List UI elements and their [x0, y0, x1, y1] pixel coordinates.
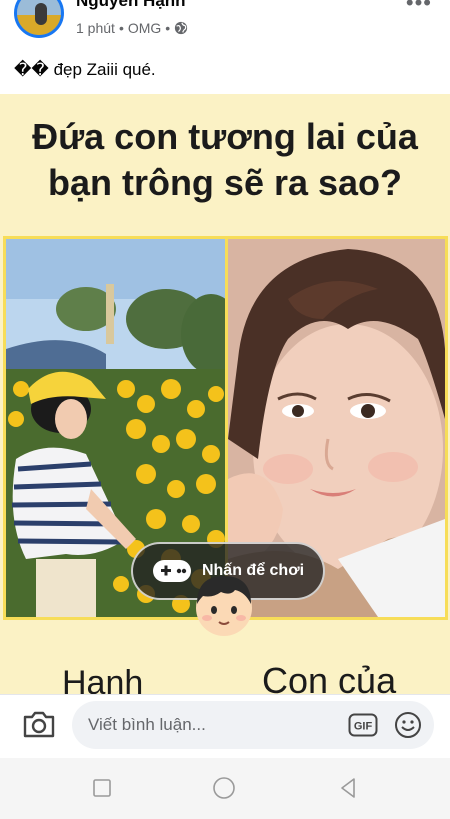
photo-frame: Nhấn để chơi — [3, 236, 448, 620]
gif-icon[interactable]: GIF — [348, 713, 378, 737]
square-nav-icon[interactable] — [90, 776, 114, 800]
comment-bar: Viết bình luận... GIF — [0, 694, 450, 759]
post-caption: �� đẹp Zaiii qué. — [14, 60, 156, 79]
circle-nav-icon[interactable] — [212, 776, 236, 800]
image-headline: Đứa con tương lai của bạn trông sẽ ra sa… — [0, 114, 450, 206]
comment-input[interactable]: Viết bình luận... GIF — [72, 701, 434, 749]
post-header: Nguyen Hạnh 1 phút • OMG • ••• — [0, 0, 450, 56]
android-nav-bar — [0, 758, 450, 819]
meta-separator: • — [118, 20, 124, 36]
meta-separator: • — [165, 20, 171, 36]
avatar-person — [35, 3, 47, 25]
globe-icon — [175, 21, 188, 35]
author-name[interactable]: Nguyen Hạnh — [76, 0, 186, 11]
comment-placeholder: Viết bình luận... — [88, 715, 206, 734]
post-image[interactable]: Đứa con tương lai của bạn trông sẽ ra sa… — [0, 94, 450, 694]
avatar[interactable] — [14, 0, 64, 38]
post-meta: 1 phút • OMG • — [76, 20, 188, 36]
headline-line-2: bạn trông sẽ ra sao? — [47, 162, 403, 203]
gamepad-icon — [152, 560, 191, 582]
more-icon[interactable]: ••• — [406, 0, 432, 16]
camera-icon[interactable] — [22, 709, 56, 739]
label-child-of: Con của — [262, 660, 397, 694]
smiley-icon[interactable] — [394, 711, 422, 739]
child-emoji-icon — [196, 576, 252, 636]
gif-label: GIF — [354, 721, 373, 733]
post-time[interactable]: 1 phút — [76, 20, 115, 36]
post-location[interactable]: OMG — [128, 20, 161, 36]
label-parent-name: Hạnh — [62, 664, 144, 694]
headline-line-1: Đứa con tương lai của — [32, 116, 418, 157]
triangle-nav-icon[interactable] — [336, 776, 360, 800]
